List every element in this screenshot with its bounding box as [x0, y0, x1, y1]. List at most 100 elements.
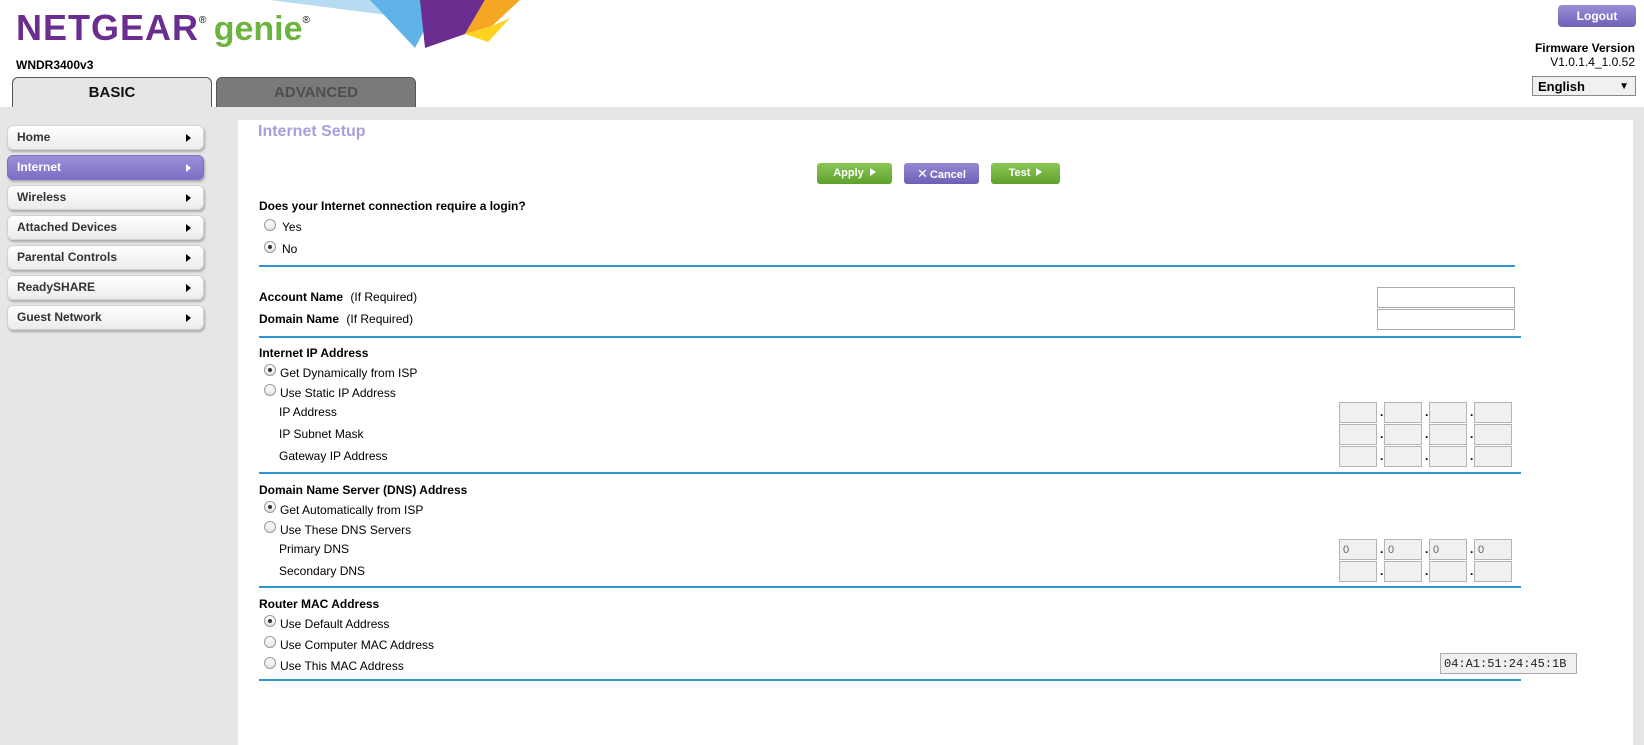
octet-separator: . — [1470, 427, 1474, 441]
sidebar-item-parental-controls[interactable]: Parental Controls — [7, 245, 204, 270]
sidebar-item-label: Internet — [17, 160, 62, 174]
primary-dns-octet-2[interactable] — [1384, 539, 1422, 560]
main-content: Internet Setup Apply ✕ Cancel Test Does y… — [238, 120, 1633, 745]
domain-name-input[interactable] — [1377, 309, 1515, 330]
section-divider — [259, 336, 1521, 338]
sidebar-item-wireless[interactable]: Wireless — [7, 185, 204, 210]
arrow-right-icon — [186, 254, 191, 262]
brand-registered-mark: ® — [199, 15, 207, 26]
cancel-button-label: Cancel — [929, 169, 966, 181]
section-divider — [259, 265, 1515, 267]
arrow-right-icon — [186, 134, 191, 142]
octet-separator: . — [1425, 542, 1429, 556]
language-select-value: English — [1538, 79, 1585, 94]
apply-button[interactable]: Apply — [817, 163, 892, 184]
login-yes-radio[interactable] — [264, 219, 276, 231]
mac-address-input[interactable] — [1440, 653, 1577, 674]
octet-separator: . — [1425, 449, 1429, 463]
arrow-right-icon — [869, 168, 876, 176]
sidebar-item-attached-devices[interactable]: Attached Devices — [7, 215, 204, 240]
ip-address-octet-4[interactable] — [1474, 402, 1512, 423]
primary-dns-label: Primary DNS — [279, 542, 350, 556]
gateway-octet-4[interactable] — [1474, 446, 1512, 467]
login-no-label: No — [282, 242, 298, 256]
sidebar-item-label: ReadySHARE — [17, 280, 96, 294]
firmware-version-value: V1.0.1.4_1.0.52 — [1550, 55, 1635, 69]
sidebar-item-label: Guest Network — [17, 310, 102, 324]
tab-basic[interactable]: BASIC — [12, 77, 212, 107]
subnet-mask-label: IP Subnet Mask — [279, 427, 364, 441]
primary-dns-octet-3[interactable] — [1429, 539, 1467, 560]
sidebar: Home Internet Wireless Attached Devices … — [7, 125, 204, 335]
dns-manual-radio[interactable] — [264, 521, 276, 533]
mac-heading: Router MAC Address — [259, 597, 380, 611]
primary-dns-octet-4[interactable] — [1474, 539, 1512, 560]
header-decoration-graphic — [270, 0, 520, 48]
ip-static-label: Use Static IP Address — [280, 386, 396, 400]
dns-manual-label: Use These DNS Servers — [280, 523, 412, 537]
secondary-dns-label: Secondary DNS — [279, 564, 366, 578]
brand-name: NETGEAR — [16, 7, 200, 48]
dns-auto-radio[interactable] — [264, 501, 276, 513]
language-select[interactable]: English ▼ — [1532, 76, 1636, 96]
ip-dynamic-label: Get Dynamically from ISP — [280, 366, 418, 380]
router-model: WNDR3400v3 — [16, 58, 94, 72]
subnet-octet-2[interactable] — [1384, 424, 1422, 445]
sidebar-item-internet[interactable]: Internet — [7, 155, 204, 180]
ip-dynamic-radio[interactable] — [264, 364, 276, 376]
ip-address-octet-1[interactable] — [1339, 402, 1377, 423]
login-question: Does your Internet connection require a … — [259, 199, 526, 213]
octet-separator: . — [1470, 449, 1474, 463]
secondary-dns-octet-4[interactable] — [1474, 561, 1512, 582]
firmware-version-label: Firmware Version — [1534, 41, 1635, 55]
tab-advanced[interactable]: ADVANCED — [216, 77, 416, 107]
gateway-octet-2[interactable] — [1384, 446, 1422, 467]
sidebar-item-label: Parental Controls — [17, 250, 118, 264]
mac-computer-radio[interactable] — [264, 636, 276, 648]
secondary-dns-octet-2[interactable] — [1384, 561, 1422, 582]
domain-name-hint: (If Required) — [346, 312, 414, 326]
cancel-button[interactable]: ✕ Cancel — [904, 163, 979, 184]
logout-button[interactable]: Logout — [1558, 5, 1636, 27]
octet-separator: . — [1425, 427, 1429, 441]
header: NETGEAR® genie® WNDR3400v3 BASIC ADVANCE… — [0, 0, 1644, 107]
gateway-octet-1[interactable] — [1339, 446, 1377, 467]
arrow-right-icon — [186, 194, 191, 202]
section-divider — [259, 679, 1521, 681]
subnet-octet-1[interactable] — [1339, 424, 1377, 445]
apply-button-label: Apply — [833, 167, 864, 179]
sidebar-item-readyshare[interactable]: ReadySHARE — [7, 275, 204, 300]
secondary-dns-octet-1[interactable] — [1339, 561, 1377, 582]
arrow-right-icon — [186, 314, 191, 322]
sidebar-item-label: Home — [17, 130, 51, 144]
login-no-radio[interactable] — [264, 241, 276, 253]
arrow-right-icon — [1036, 168, 1043, 176]
test-button[interactable]: Test — [991, 163, 1060, 184]
mac-default-radio[interactable] — [264, 615, 276, 627]
sidebar-item-label: Attached Devices — [17, 220, 118, 234]
mac-this-radio[interactable] — [264, 657, 276, 669]
mac-computer-label: Use Computer MAC Address — [280, 638, 435, 652]
subnet-octet-4[interactable] — [1474, 424, 1512, 445]
gateway-octet-3[interactable] — [1429, 446, 1467, 467]
ip-address-octet-3[interactable] — [1429, 402, 1467, 423]
account-name-input[interactable] — [1377, 287, 1515, 308]
secondary-dns-octet-3[interactable] — [1429, 561, 1467, 582]
domain-name-row-label: Domain Name (If Required) — [259, 312, 413, 326]
octet-separator: . — [1470, 564, 1474, 578]
ip-address-octet-2[interactable] — [1384, 402, 1422, 423]
octet-separator: . — [1425, 405, 1429, 419]
octet-separator: . — [1380, 405, 1384, 419]
gateway-label: Gateway IP Address — [279, 449, 388, 463]
close-icon: ✕ — [917, 166, 928, 181]
octet-separator: . — [1470, 542, 1474, 556]
sidebar-item-guest-network[interactable]: Guest Network — [7, 305, 204, 330]
sidebar-item-home[interactable]: Home — [7, 125, 204, 150]
octet-separator: . — [1470, 405, 1474, 419]
ip-static-radio[interactable] — [264, 384, 276, 396]
page-title: Internet Setup — [258, 123, 366, 140]
arrow-right-icon — [186, 284, 191, 292]
subnet-octet-3[interactable] — [1429, 424, 1467, 445]
mac-default-label: Use Default Address — [280, 617, 390, 631]
primary-dns-octet-1[interactable] — [1339, 539, 1377, 560]
